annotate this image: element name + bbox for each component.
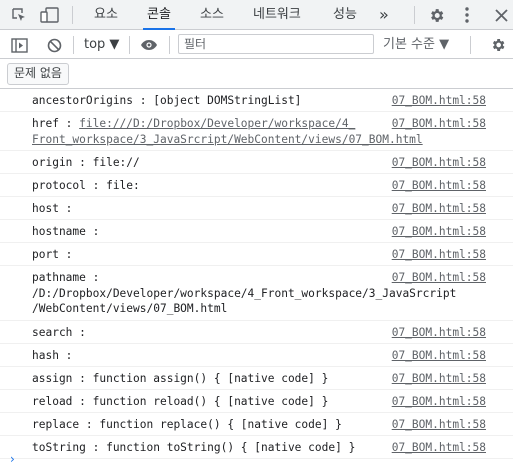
console-message: href : file:///D:/Dropbox/Developer/work…: [32, 117, 423, 146]
source-link[interactable]: 07_BOM.html:58: [392, 394, 486, 410]
console-message: protocol : file:: [32, 179, 140, 192]
source-link[interactable]: 07_BOM.html:58: [392, 325, 486, 341]
console-message: replace : function replace() { [native c…: [32, 418, 342, 431]
console-message: port :: [32, 248, 80, 261]
console-message: hash :: [32, 349, 80, 362]
close-icon[interactable]: [492, 6, 510, 24]
source-link[interactable]: 07_BOM.html:58: [392, 417, 486, 433]
settings-icon[interactable]: [427, 6, 445, 24]
source-link[interactable]: 07_BOM.html:58: [392, 201, 486, 217]
source-link[interactable]: 07_BOM.html:58: [392, 270, 486, 286]
console-message: assign : function assign() { [native cod…: [32, 372, 329, 385]
console-messages: ancestorOrigins : [object DOMStringList]…: [0, 89, 513, 459]
source-link[interactable]: 07_BOM.html:58: [392, 93, 486, 109]
source-link[interactable]: 07_BOM.html:58: [392, 116, 486, 132]
issues-button[interactable]: 문제 없음: [7, 63, 69, 85]
console-prompt[interactable]: ›: [10, 452, 15, 466]
console-message: ancestorOrigins : [object DOMStringList]: [32, 94, 302, 107]
eye-icon[interactable]: [139, 36, 159, 54]
kebab-menu-icon[interactable]: [460, 6, 474, 24]
source-link[interactable]: 07_BOM.html:58: [392, 224, 486, 240]
console-message: origin : file://: [32, 156, 140, 169]
tab-console[interactable]: 콘솔: [143, 0, 175, 30]
inspect-icon[interactable]: [10, 6, 28, 24]
gear-icon[interactable]: [489, 36, 507, 54]
toolbar-separator: [72, 6, 73, 24]
toolbar-separator: [73, 36, 74, 54]
console-row: pathname : /D:/Dropbox/Developer/workspa…: [0, 266, 513, 321]
console-toolbar: top ▼ 필터 기본 수준 ▼: [0, 30, 513, 59]
devtools-tabbar: 요소 콘솔 소스 네트워크 성능 »: [0, 0, 513, 30]
tab-network[interactable]: 네트워크: [253, 0, 301, 30]
console-row: hash : 07_BOM.html:58: [0, 344, 513, 367]
source-link[interactable]: 07_BOM.html:58: [392, 348, 486, 364]
device-toolbar-icon[interactable]: [40, 6, 60, 24]
console-row: hostname : 07_BOM.html:58: [0, 220, 513, 243]
console-row: reload : function reload() { [native cod…: [0, 390, 513, 413]
console-row: search : 07_BOM.html:58: [0, 321, 513, 344]
console-row: replace : function replace() { [native c…: [0, 413, 513, 436]
more-tabs-button[interactable]: »: [379, 0, 389, 30]
log-level-dropdown[interactable]: 기본 수준 ▼: [383, 30, 449, 59]
toolbar-separator: [169, 36, 170, 54]
tab-sources[interactable]: 소스: [200, 0, 224, 30]
console-row: ancestorOrigins : [object DOMStringList]…: [0, 89, 513, 112]
toolbar-separator: [414, 6, 415, 24]
href-link-continued[interactable]: Front_workspace/3_JavaSrcript/WebContent…: [32, 133, 423, 146]
console-row: toString : function toString() { [native…: [0, 436, 513, 459]
source-link[interactable]: 07_BOM.html:58: [392, 440, 486, 456]
source-link[interactable]: 07_BOM.html:58: [392, 178, 486, 194]
console-row: assign : function assign() { [native cod…: [0, 367, 513, 390]
tab-elements[interactable]: 요소: [94, 0, 118, 30]
source-link[interactable]: 07_BOM.html:58: [392, 247, 486, 263]
filter-input[interactable]: 필터: [178, 34, 374, 54]
console-row: href : file:///D:/Dropbox/Developer/work…: [0, 112, 513, 151]
toolbar-separator: [129, 36, 130, 54]
console-row: protocol : file: 07_BOM.html:58: [0, 174, 513, 197]
source-link[interactable]: 07_BOM.html:58: [392, 371, 486, 387]
source-link[interactable]: 07_BOM.html:58: [392, 155, 486, 171]
clear-console-icon[interactable]: [45, 36, 63, 54]
context-selector[interactable]: top ▼: [84, 30, 119, 59]
console-message: search :: [32, 326, 93, 339]
tab-performance[interactable]: 성능: [333, 0, 357, 30]
href-link[interactable]: file:///D:/Dropbox/Developer/workspace/4…: [79, 117, 355, 130]
console-row: host : 07_BOM.html:58: [0, 197, 513, 220]
issues-bar: 문제 없음: [0, 59, 513, 89]
console-message: hostname :: [32, 225, 107, 238]
console-message: host :: [32, 202, 80, 215]
console-message: toString : function toString() { [native…: [32, 441, 356, 454]
console-row: origin : file:// 07_BOM.html:58: [0, 151, 513, 174]
toolbar-separator: [470, 36, 471, 54]
sidebar-toggle-icon[interactable]: [10, 36, 28, 54]
console-row: port : 07_BOM.html:58: [0, 243, 513, 266]
console-message: reload : function reload() { [native cod…: [32, 395, 329, 408]
